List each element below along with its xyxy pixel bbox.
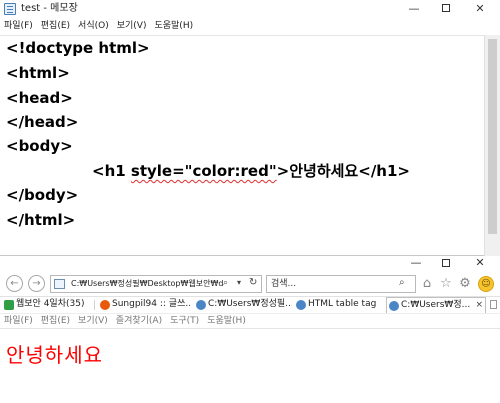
search-icon[interactable]: ⌕ (399, 277, 405, 288)
tab-label: Sungpil94 :: 글쓰... (112, 299, 190, 309)
close-icon: ✕ (475, 256, 485, 269)
smiley-feedback-icon[interactable]: ☺ (478, 276, 494, 292)
tab-label: HTML table tag (308, 299, 377, 309)
scrollbar-thumb[interactable] (488, 39, 497, 234)
page-heading: 안녕하세요 (6, 343, 103, 367)
menu-view[interactable]: 보기(V) (114, 18, 152, 35)
notepad-titlebar[interactable]: test - 메모장 — ✕ (0, 0, 500, 18)
maximize-button[interactable] (432, 0, 460, 18)
refresh-icon[interactable]: ↻ (249, 277, 257, 288)
code-line: <body> (6, 137, 73, 155)
tab-sungpil94[interactable]: Sungpil94 :: 글쓰... (98, 297, 190, 313)
close-button[interactable]: ✕ (466, 0, 494, 18)
tab-favicon (196, 300, 206, 310)
forward-button[interactable]: → (28, 275, 45, 292)
tab-label: C:₩Users₩정성필... (208, 299, 292, 309)
ie-menu-help[interactable]: 도움말(H) (204, 314, 251, 327)
tab-favicon (389, 301, 399, 311)
vertical-scrollbar[interactable] (484, 35, 500, 256)
tab-label: 웹보안 4일차(35) (16, 299, 85, 309)
maximize-icon (442, 4, 450, 12)
code-line: <html> (6, 64, 70, 82)
back-button[interactable]: ← (6, 275, 23, 292)
menu-help[interactable]: 도움말(H) (151, 18, 198, 35)
ie-menu-favorites[interactable]: 즐겨찾기(A) (113, 314, 167, 327)
tab-html-table-tag[interactable]: HTML table tag (294, 297, 384, 313)
gear-icon[interactable]: ⚙ (457, 276, 473, 292)
code-line: <head> (6, 89, 73, 107)
tab-active-local-file[interactable]: C:₩Users₩정... × (386, 297, 486, 313)
notepad-title: test - 메모장 (21, 3, 78, 14)
browser-minimize-button[interactable]: — (402, 256, 430, 272)
notepad-window: test - 메모장 — ✕ 파일(F) 편집(E) 서식(O) 보기(V) 도… (0, 0, 500, 256)
navigation-bar: ← → C:₩Users₩정성필₩Desktop₩웹보안₩da ⌕ ▾ ↻ 검색… (0, 272, 500, 296)
new-tab-icon[interactable] (490, 300, 497, 309)
tab-bar: 웹보안 4일차(35) Sungpil94 :: 글쓰... C:₩Users₩… (0, 296, 500, 313)
forward-arrow-icon: → (32, 278, 41, 289)
menu-edit[interactable]: 편집(E) (38, 18, 75, 35)
ie-menu-tools[interactable]: 도구(T) (167, 314, 204, 327)
chevron-down-icon[interactable]: ▾ (237, 278, 241, 287)
code-line: </head> (6, 113, 79, 131)
tab-local-file[interactable]: C:₩Users₩정성필... (194, 297, 292, 313)
browser-close-button[interactable]: ✕ (466, 256, 494, 272)
search-input[interactable]: 검색... ⌕ (266, 275, 416, 293)
address-bar[interactable]: C:₩Users₩정성필₩Desktop₩웹보안₩da ⌕ ▾ ↻ (50, 275, 262, 293)
browser-menubar: 파일(F) 편집(E) 보기(V) 즐겨찾기(A) 도구(T) 도움말(H) (0, 313, 500, 327)
ie-menu-edit[interactable]: 편집(E) (38, 314, 75, 327)
tab-close-icon[interactable]: × (475, 298, 483, 313)
tab-favicon (4, 300, 14, 310)
h1-text: 안녕하세요 (289, 162, 359, 180)
tab-label: C:₩Users₩정... (401, 300, 471, 310)
page-content: 안녕하세요 (0, 328, 500, 403)
tab-favicon (100, 300, 110, 310)
code-line: <!doctype html> (6, 39, 150, 57)
browser-window: — ✕ ← → C:₩Users₩정성필₩Desktop₩웹보안₩da ⌕ ▾ … (0, 256, 500, 403)
notepad-menubar: 파일(F) 편집(E) 서식(O) 보기(V) 도움말(H) (0, 18, 500, 35)
home-icon[interactable]: ⌂ (419, 276, 435, 292)
ie-menu-view[interactable]: 보기(V) (75, 314, 113, 327)
tab-separator (94, 300, 95, 310)
ie-menu-file[interactable]: 파일(F) (1, 314, 38, 327)
page-icon (54, 279, 65, 289)
back-arrow-icon: ← (10, 278, 19, 289)
menu-file[interactable]: 파일(F) (1, 18, 38, 35)
browser-titlebar[interactable]: — ✕ (0, 256, 500, 272)
address-text: C:₩Users₩정성필₩Desktop₩웹보안₩da (71, 279, 223, 288)
tab-webboan[interactable]: 웹보안 4일차(35) (2, 297, 88, 313)
close-icon: ✕ (475, 2, 485, 15)
search-icon[interactable]: ⌕ (223, 278, 228, 288)
tab-favicon (296, 300, 306, 310)
code-line: </html> (6, 211, 76, 229)
browser-maximize-button[interactable] (432, 256, 460, 272)
notepad-app-icon (4, 3, 16, 15)
style-attribute: style="color:red" (130, 162, 277, 180)
maximize-icon (442, 259, 450, 267)
notepad-text-area[interactable]: <!doctype html> <html> <head> </head> <b… (0, 35, 484, 256)
favorites-star-icon[interactable]: ☆ (438, 276, 454, 292)
minimize-icon: — (410, 256, 422, 269)
menu-format[interactable]: 서식(O) (75, 18, 114, 35)
minimize-icon: — (408, 2, 420, 15)
minimize-button[interactable]: — (400, 0, 428, 18)
code-line-h1: <h1 style="color:red">안녕하세요</h1> (92, 162, 410, 180)
h1-open-bracket: > (276, 162, 290, 180)
code-line: </body> (6, 186, 79, 204)
h1-close-tag: </h1> (358, 162, 410, 180)
h1-open-tag: <h1 (92, 162, 131, 180)
search-placeholder: 검색... (271, 279, 297, 289)
